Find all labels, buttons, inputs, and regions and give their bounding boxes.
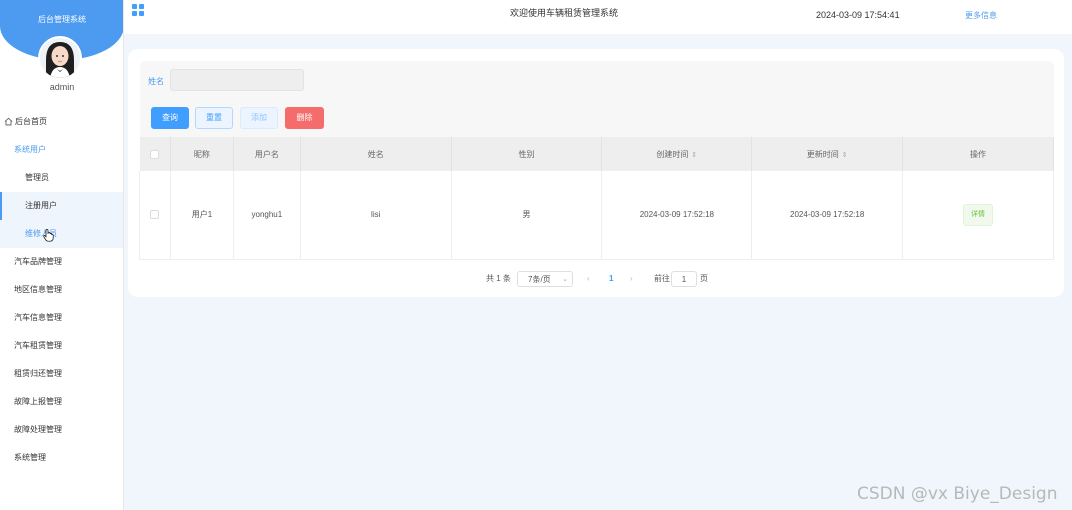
sidebar-item-region[interactable]: 地区信息管理: [0, 276, 123, 304]
chevron-down-icon: ⌄: [562, 276, 568, 283]
more-info-link[interactable]: 更多信息: [965, 10, 997, 21]
sidebar-item-car-brand[interactable]: 汽车品牌管理: [0, 248, 123, 276]
table-header-row: 昵称 用户名 姓名 性别 创建时间 ⇕ 更新时间 ⇕ 操作: [139, 137, 1054, 171]
column-header: 更新时间: [806, 149, 839, 159]
cell-username: yonghu1: [233, 171, 301, 260]
column-header: 操作: [902, 137, 1054, 171]
watermark: CSDN @vx Biye_Design: [857, 484, 1058, 504]
name-search-input[interactable]: [170, 69, 304, 91]
pagination-total: 共 1 条: [486, 274, 511, 283]
next-page-icon[interactable]: ›: [630, 271, 633, 287]
avatar-portrait-icon: [40, 38, 80, 78]
cell-created: 2024-03-09 17:52:18: [601, 171, 753, 260]
main-card: 姓名 查询 重置 添加 删除 昵称 用户名 姓名 性别 创建时间 ⇕ 更新时间 ⇕ …: [128, 49, 1064, 297]
sidebar-item-label: 系统用户: [14, 145, 46, 154]
sidebar-item-repair-staff[interactable]: 维修人员: [0, 220, 123, 248]
sidebar-item-label: 系统管理: [14, 453, 46, 462]
column-header: 姓名: [300, 137, 452, 171]
sidebar-item-label: 汽车品牌管理: [14, 257, 62, 266]
cell-gender: 男: [451, 171, 603, 260]
cell-actions: 详情: [902, 171, 1054, 260]
current-datetime: 2024-03-09 17:54:41: [816, 10, 900, 20]
goto-label: 前往: [654, 274, 670, 283]
sidebar-item-label: 后台首页: [15, 117, 47, 126]
sidebar-item-fault-handling[interactable]: 故障处理管理: [0, 416, 123, 444]
page-title: 欢迎使用车辆租赁管理系统: [510, 8, 619, 18]
page-size-value: 7条/页: [528, 275, 551, 284]
column-header: 创建时间: [656, 149, 689, 159]
sidebar-item-label: 注册用户: [25, 201, 57, 210]
delete-button[interactable]: 删除: [285, 107, 324, 129]
sort-icon[interactable]: ⇕: [842, 151, 848, 159]
reset-button[interactable]: 重置: [195, 107, 233, 129]
select-all-cell[interactable]: [139, 137, 171, 171]
admin-name: admin: [49, 82, 75, 92]
sidebar-item-label: 汽车信息管理: [14, 313, 62, 322]
page-number[interactable]: 1: [609, 271, 613, 287]
sidebar-item-registered-users[interactable]: 注册用户: [0, 192, 123, 220]
column-header: 用户名: [233, 137, 301, 171]
prev-page-icon[interactable]: ‹: [587, 271, 590, 287]
goto-page-input[interactable]: 1: [671, 271, 697, 287]
column-header: 性别: [451, 137, 603, 171]
sidebar-item-label: 汽车租赁管理: [14, 341, 62, 350]
page-suffix: 页: [700, 274, 708, 283]
hand-cursor-icon: [43, 229, 54, 242]
row-select-cell[interactable]: [139, 171, 171, 260]
sidebar-item-rental-return[interactable]: 租赁归还管理: [0, 360, 123, 388]
sidebar-item-home[interactable]: 后台首页: [0, 108, 123, 136]
sidebar-item-system[interactable]: 系统管理: [0, 444, 123, 472]
page-size-select[interactable]: 7条/页 ⌄: [517, 271, 573, 287]
column-header-updated[interactable]: 更新时间 ⇕: [751, 137, 904, 171]
sidebar-group-system-users[interactable]: 系统用户: [0, 136, 123, 164]
home-icon: [4, 118, 13, 126]
grid-menu-icon[interactable]: [132, 4, 144, 16]
detail-button[interactable]: 详情: [963, 203, 994, 226]
cell-name: lisi: [300, 171, 452, 260]
cell-nickname: 用户1: [170, 171, 234, 260]
sidebar-item-car-info[interactable]: 汽车信息管理: [0, 304, 123, 332]
sidebar-item-label: 管理员: [25, 173, 49, 182]
users-table: 昵称 用户名 姓名 性别 创建时间 ⇕ 更新时间 ⇕ 操作 用户1 yonghu1 …: [139, 137, 1054, 260]
sidebar: 后台管理系统 admin 后台首页 系统用户 管理员 注册用户 维修人员 汽车品…: [0, 0, 124, 510]
sidebar-item-label: 故障上报管理: [14, 397, 62, 406]
table-row: 用户1 yonghu1 lisi 男 2024-03-09 17:52:18 2…: [139, 171, 1054, 260]
sidebar-menu: 后台首页 系统用户 管理员 注册用户 维修人员 汽车品牌管理 地区信息管理 汽车…: [0, 108, 123, 472]
column-header: 昵称: [170, 137, 234, 171]
sort-icon[interactable]: ⇕: [691, 151, 697, 159]
column-header-created[interactable]: 创建时间 ⇕: [601, 137, 753, 171]
sidebar-item-admins[interactable]: 管理员: [0, 164, 123, 192]
sidebar-item-label: 租赁归还管理: [14, 369, 62, 378]
brand-title: 后台管理系统: [38, 15, 86, 24]
query-button[interactable]: 查询: [151, 107, 189, 129]
sidebar-item-label: 故障处理管理: [14, 425, 62, 434]
name-field-label: 姓名: [148, 77, 164, 86]
row-checkbox[interactable]: [150, 210, 160, 220]
avatar[interactable]: [38, 36, 82, 80]
add-button[interactable]: 添加: [240, 107, 278, 129]
sidebar-item-car-rental[interactable]: 汽车租赁管理: [0, 332, 123, 360]
sidebar-item-label: 地区信息管理: [14, 285, 62, 294]
top-bar: 欢迎使用车辆租赁管理系统 2024-03-09 17:54:41 更多信息: [124, 0, 1072, 34]
select-all-checkbox[interactable]: [150, 149, 160, 159]
cell-updated: 2024-03-09 17:52:18: [751, 171, 904, 260]
sidebar-item-fault-report[interactable]: 故障上报管理: [0, 388, 123, 416]
